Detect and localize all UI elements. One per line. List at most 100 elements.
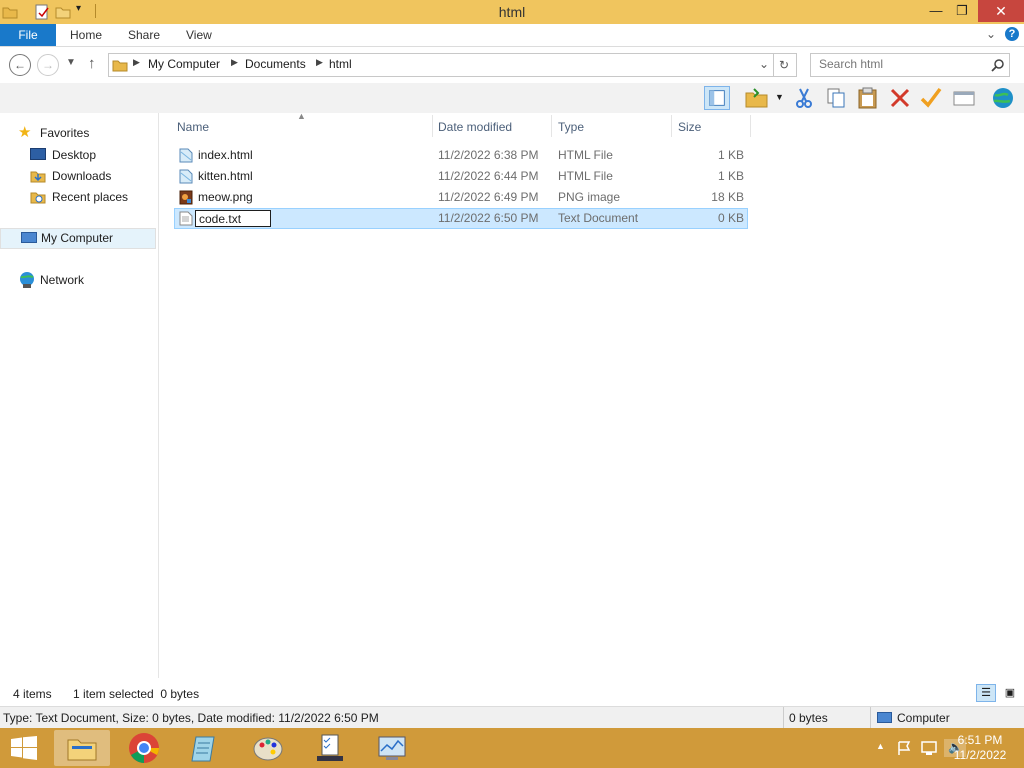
delete-icon[interactable]: [887, 86, 913, 110]
forward-button[interactable]: →: [37, 54, 59, 76]
dropdown-arrow-icon[interactable]: ▼: [775, 92, 784, 102]
monitor-chart-icon: [378, 736, 406, 760]
system-clock[interactable]: 6:51 PM 11/2/2022: [940, 733, 1020, 763]
file-name: index.html: [198, 148, 253, 162]
details-location: Computer: [897, 711, 950, 725]
rename-check-icon[interactable]: [918, 86, 944, 110]
png-image-icon: [179, 190, 193, 205]
file-date: 11/2/2022 6:44 PM: [438, 169, 539, 183]
file-size: 18 KB: [711, 190, 744, 204]
expand-ribbon-icon[interactable]: ⌄: [986, 27, 996, 41]
ribbon-tabs: File Home Share View ⌄ ?: [0, 24, 1024, 47]
recent-places-icon: [30, 192, 46, 204]
file-date: 11/2/2022 6:50 PM: [438, 211, 539, 225]
preview-pane-icon[interactable]: [704, 86, 730, 110]
action-center-flag-icon[interactable]: [896, 740, 914, 756]
network-status-icon[interactable]: [920, 740, 938, 756]
file-size: 1 KB: [717, 148, 744, 162]
details-bar: Type: Text Document, Size: 0 bytes, Date…: [0, 706, 1024, 729]
copy-icon[interactable]: [823, 86, 849, 110]
details-size: 0 bytes: [789, 711, 828, 725]
tab-home[interactable]: Home: [70, 24, 102, 46]
computer-icon: [21, 232, 37, 243]
nav-desktop-label: Desktop: [52, 148, 97, 162]
desktop-icon: [30, 148, 46, 160]
nav-recent-places-label: Recent places: [52, 190, 129, 204]
file-row-selected[interactable]: code.txt 11/2/2022 6:50 PM Text Document…: [174, 208, 748, 229]
file-type: Text Document: [558, 211, 639, 225]
details-separator: [783, 707, 784, 729]
cut-icon[interactable]: [791, 86, 817, 110]
title-bar[interactable]: ▾ html — ❐ ✕: [0, 0, 1024, 24]
file-type: PNG image: [558, 190, 621, 204]
column-separator[interactable]: [551, 115, 552, 137]
back-button[interactable]: ←: [9, 54, 31, 76]
search-input[interactable]: Search html: [810, 53, 1010, 77]
large-icons-view-icon[interactable]: ▣: [1000, 684, 1020, 702]
address-row: ← → ▼ ↑ ▶ My Computer ▶ Documents ▶ html…: [0, 47, 1024, 83]
taskbar-chrome[interactable]: [116, 730, 172, 766]
column-separator[interactable]: [432, 115, 433, 137]
downloads-icon: [30, 171, 46, 183]
nav-favorites-label: Favorites: [40, 126, 90, 140]
crumb-documents[interactable]: Documents: [245, 57, 306, 71]
taskbar-paint[interactable]: [240, 730, 296, 766]
column-header-size[interactable]: Size: [678, 117, 701, 137]
globe-icon[interactable]: [990, 86, 1016, 110]
column-header-name[interactable]: Name: [177, 117, 209, 137]
clock-date: 11/2/2022: [953, 748, 1007, 762]
properties-window-icon[interactable]: [951, 86, 977, 110]
file-date: 11/2/2022 6:38 PM: [438, 148, 539, 162]
network-icon: [20, 272, 34, 288]
refresh-button[interactable]: ↻: [772, 53, 797, 77]
rename-input[interactable]: code.txt: [195, 210, 271, 227]
column-header-date[interactable]: Date modified: [438, 117, 512, 137]
details-text: Type: Text Document, Size: 0 bytes, Date…: [3, 711, 379, 725]
column-header-type[interactable]: Type: [558, 117, 584, 137]
computer-icon: [877, 712, 892, 723]
close-button[interactable]: ✕: [978, 0, 1024, 22]
address-dropdown-icon[interactable]: ⌄: [759, 57, 769, 71]
file-explorer-icon: [67, 739, 97, 761]
item-count: 4 items: [13, 687, 52, 701]
file-size: 1 KB: [717, 169, 744, 183]
crumb-html[interactable]: html: [329, 57, 352, 71]
help-icon[interactable]: ?: [1005, 27, 1019, 41]
file-name: meow.png: [198, 190, 253, 204]
selection-info: 1 item selected 0 bytes: [73, 687, 200, 701]
paste-icon[interactable]: [855, 86, 881, 110]
checklist-icon: [317, 734, 343, 761]
nav-network-label: Network: [40, 273, 85, 287]
taskbar-file-explorer[interactable]: [54, 730, 110, 766]
text-file-icon: [179, 211, 193, 226]
column-separator[interactable]: [750, 115, 751, 137]
status-bar: 4 items 1 item selected 0 bytes ☰ ▣: [0, 682, 1024, 706]
maximize-button[interactable]: ❐: [946, 0, 978, 22]
nav-my-computer[interactable]: My Computer: [0, 228, 156, 249]
file-row[interactable]: meow.png 11/2/2022 6:49 PM PNG image 18 …: [174, 187, 748, 208]
up-button[interactable]: ↑: [88, 55, 96, 72]
move-to-folder-icon[interactable]: [744, 86, 770, 110]
address-bar[interactable]: ▶ My Computer ▶ Documents ▶ html ⌄: [108, 53, 774, 77]
file-type: HTML File: [558, 148, 613, 162]
crumb-separator: ▶: [316, 57, 323, 67]
window-title: html: [498, 4, 526, 20]
sort-ascending-icon: ▲: [297, 111, 306, 121]
windows-start-icon[interactable]: [10, 736, 38, 760]
details-view-icon[interactable]: ☰: [976, 684, 996, 702]
recent-locations-icon[interactable]: ▼: [66, 57, 76, 68]
taskbar-notepad[interactable]: [178, 730, 234, 766]
tab-file[interactable]: File: [0, 24, 56, 46]
taskbar-performance-monitor[interactable]: [364, 730, 420, 766]
file-size: 0 KB: [717, 211, 744, 225]
search-icon[interactable]: [991, 58, 1005, 72]
tab-view[interactable]: View: [186, 24, 212, 46]
tab-share[interactable]: Share: [128, 24, 160, 46]
taskbar-task-manager[interactable]: [302, 730, 358, 766]
file-row[interactable]: index.html 11/2/2022 6:38 PM HTML File 1…: [174, 145, 748, 166]
crumb-my-computer[interactable]: My Computer: [148, 57, 220, 71]
nav-my-computer-label: My Computer: [41, 231, 114, 245]
show-hidden-icons-icon[interactable]: ▲: [876, 741, 885, 751]
file-row[interactable]: kitten.html 11/2/2022 6:44 PM HTML File …: [174, 166, 748, 187]
column-separator[interactable]: [671, 115, 672, 137]
